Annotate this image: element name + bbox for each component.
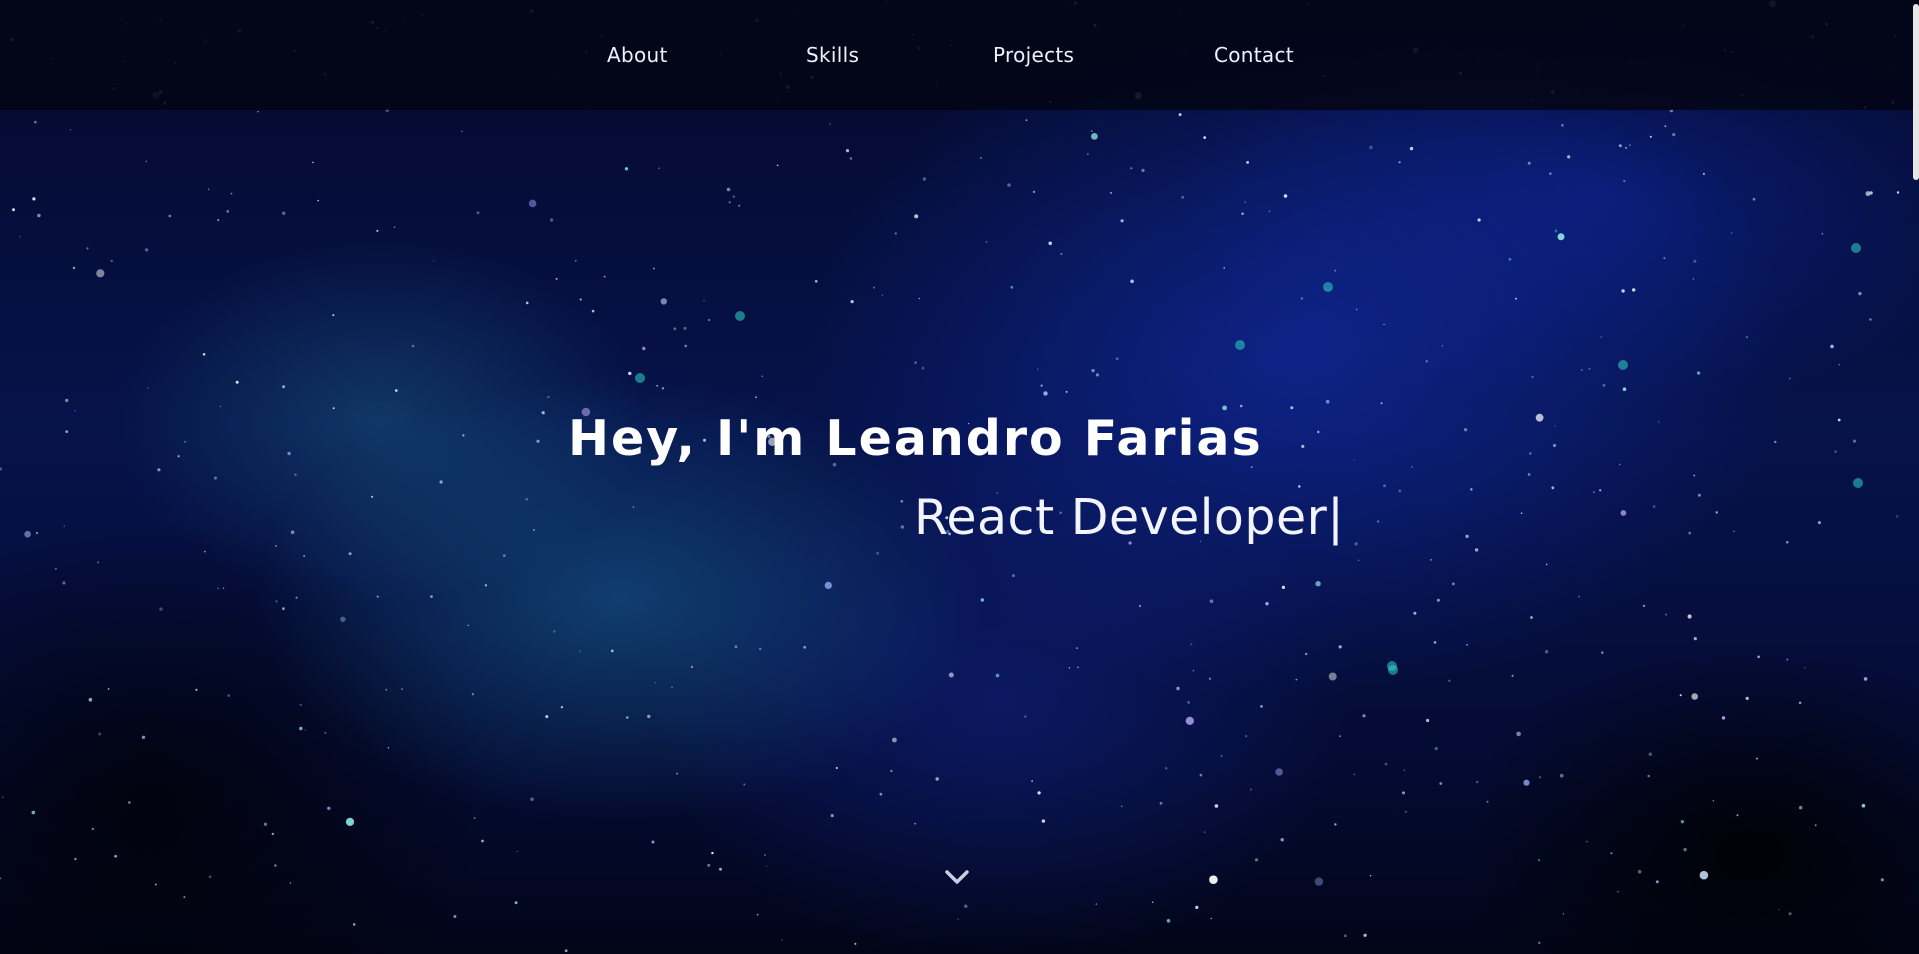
starfield-background [0, 0, 1900, 952]
nav-link-about[interactable]: About [607, 40, 668, 70]
chevron-down-icon [945, 870, 969, 884]
hero-title: Hey, I'm Leandro Farias [568, 410, 1263, 467]
nav-link-contact[interactable]: Contact [1214, 40, 1294, 70]
page: About Skills Projects Contact Hey, I'm L… [0, 0, 1919, 954]
scroll-down-button[interactable] [942, 866, 972, 888]
nav-links: About Skills Projects Contact [0, 40, 1919, 70]
page-scrollbar[interactable] [1911, 0, 1919, 954]
nav-link-skills[interactable]: Skills [806, 40, 859, 70]
hero-subtitle: React Developer| [914, 489, 1345, 546]
scrollbar-thumb[interactable] [1913, 4, 1919, 180]
nav-link-projects[interactable]: Projects [993, 40, 1074, 70]
top-navbar: About Skills Projects Contact [0, 0, 1919, 110]
